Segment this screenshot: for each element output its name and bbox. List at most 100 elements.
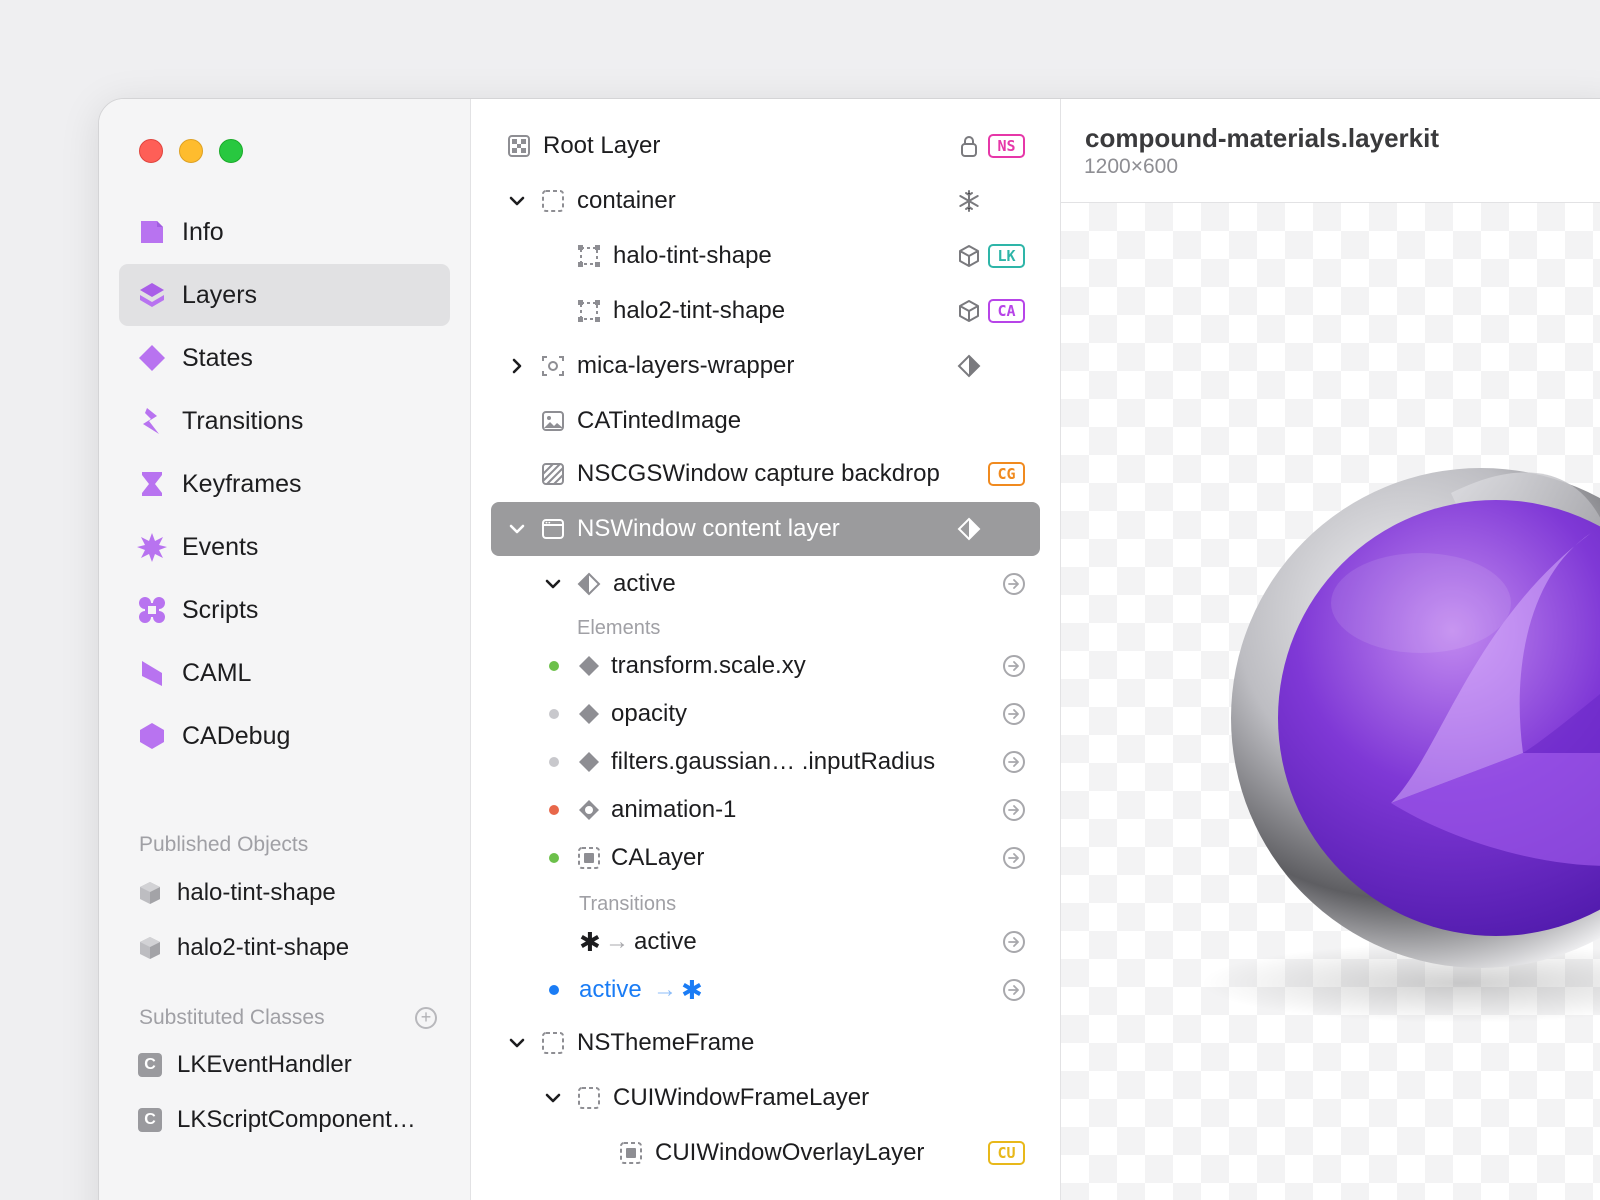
state-diamond-icon — [577, 572, 601, 596]
tree-row-cuiwindowframelayer[interactable]: CUIWindowFrameLayer — [491, 1071, 1040, 1125]
keyframes-icon — [137, 469, 167, 499]
state-diamond-icon[interactable] — [956, 353, 982, 379]
cube-icon[interactable] — [956, 298, 982, 324]
go-to-icon[interactable] — [1003, 931, 1025, 953]
tree-row-label: mica-layers-wrapper — [577, 352, 795, 379]
traffic-lights — [139, 139, 243, 163]
published-object-item[interactable]: halo2-tint-shape — [137, 934, 349, 962]
lock-icon[interactable] — [956, 133, 982, 159]
shape-icon — [577, 299, 601, 323]
published-objects-heading: Published Objects — [139, 833, 309, 856]
sidebar-item-keyframes[interactable]: Keyframes — [119, 453, 450, 515]
sidebar-item-label: Transitions — [182, 406, 304, 435]
status-dot — [549, 853, 559, 863]
sidebar: Info Layers States Transitions Keyframes… — [99, 99, 471, 1200]
go-to-icon[interactable] — [1003, 799, 1025, 821]
go-to-icon[interactable] — [1003, 573, 1025, 595]
published-object-label: halo2-tint-shape — [177, 934, 350, 961]
tree-row-mica-layers-wrapper[interactable]: mica-layers-wrapper — [491, 339, 1040, 393]
class-badge: NS — [988, 134, 1025, 158]
sidebar-item-scripts[interactable]: Scripts — [119, 579, 450, 641]
published-object-item[interactable]: halo-tint-shape — [137, 879, 336, 907]
layer-tree: Root Layer NS container halo-tint-shape … — [471, 99, 1061, 1200]
zoom-button[interactable] — [219, 139, 243, 163]
tree-row-element[interactable]: filters.gaussian… .inputRadius — [491, 737, 1040, 787]
chevron-down-icon[interactable] — [507, 1033, 527, 1053]
chevron-down-icon[interactable] — [543, 1088, 563, 1108]
tree-row-nswindow-content-layer[interactable]: NSWindow content layer — [491, 502, 1040, 556]
sidebar-item-label: CAML — [182, 658, 252, 687]
tree-row-transition[interactable]: active → ✱ — [491, 965, 1040, 1015]
tree-row-label: CUIWindowOverlayLayer — [655, 1139, 925, 1166]
tree-row-catintedimage[interactable]: CATintedImage — [491, 394, 1040, 448]
add-class-button[interactable]: + — [415, 1007, 437, 1029]
sphere-preview-image[interactable] — [1151, 423, 1600, 1043]
close-button[interactable] — [139, 139, 163, 163]
tree-row-element[interactable]: animation-1 — [491, 785, 1040, 835]
sidebar-item-transitions[interactable]: Transitions — [119, 390, 450, 452]
tree-row-root-layer[interactable]: Root Layer NS — [491, 119, 1040, 173]
status-dot — [549, 985, 559, 995]
chevron-right-icon[interactable] — [507, 356, 527, 376]
go-to-icon[interactable] — [1003, 847, 1025, 869]
image-icon — [541, 409, 565, 433]
chevron-down-icon[interactable] — [507, 519, 527, 539]
arrow-right-icon: → — [653, 976, 677, 1003]
cube-icon — [137, 880, 163, 906]
state-diamond-icon[interactable] — [956, 516, 982, 542]
tree-row-halo2-tint-shape[interactable]: halo2-tint-shape CA — [491, 284, 1040, 338]
tree-row-cuiwindowoverlaylayer[interactable]: CUIWindowOverlayLayer CU — [491, 1126, 1040, 1180]
tree-row-transition[interactable]: ✱ → active — [491, 917, 1040, 967]
go-to-icon[interactable] — [1003, 979, 1025, 1001]
go-to-icon[interactable] — [1003, 751, 1025, 773]
sidebar-item-info[interactable]: Info — [119, 201, 450, 263]
status-dot — [549, 709, 559, 719]
canvas-area[interactable] — [1061, 203, 1600, 1200]
tree-row-container[interactable]: container — [491, 174, 1040, 228]
published-object-label: halo-tint-shape — [177, 879, 336, 906]
tree-row-label: active — [613, 570, 676, 597]
sidebar-item-layers[interactable]: Layers — [119, 264, 450, 326]
tree-row-label: NSCGSWindow capture backdrop — [577, 460, 940, 487]
snowflake-icon[interactable] — [956, 188, 982, 214]
substituted-class-label: LKEventHandler — [177, 1051, 352, 1078]
shape-icon — [577, 244, 601, 268]
transitions-icon — [137, 406, 167, 436]
chevron-down-icon[interactable] — [507, 191, 527, 211]
sidebar-item-caml[interactable]: CAML — [119, 642, 450, 704]
cube-icon[interactable] — [956, 243, 982, 269]
class-badge: C — [138, 1053, 162, 1077]
hatched-icon — [541, 462, 565, 486]
chevron-down-icon[interactable] — [543, 574, 563, 594]
status-dot — [549, 805, 559, 815]
tree-row-element[interactable]: opacity — [491, 689, 1040, 739]
substituted-class-item[interactable]: C LKScriptComponent… — [137, 1106, 416, 1134]
any-state-icon: ✱ — [681, 974, 703, 1005]
tree-row-label: CALayer — [611, 844, 705, 871]
elements-heading: Elements — [577, 617, 661, 639]
sidebar-item-label: Events — [182, 532, 259, 561]
tree-row-nscgswindow-capture-backdrop[interactable]: NSCGSWindow capture backdrop CG — [491, 447, 1040, 501]
tree-row-label: transform.scale.xy — [611, 652, 806, 679]
substituted-class-item[interactable]: C LKEventHandler — [137, 1051, 352, 1079]
tree-row-element[interactable]: CALayer — [491, 833, 1040, 883]
tree-row-element[interactable]: transform.scale.xy — [491, 641, 1040, 691]
info-icon — [137, 217, 167, 247]
sidebar-item-cadebug[interactable]: CADebug — [119, 705, 450, 767]
cadebug-icon — [137, 721, 167, 751]
class-badge: C — [138, 1108, 162, 1132]
go-to-icon[interactable] — [1003, 703, 1025, 725]
status-dot — [549, 757, 559, 767]
tree-row-nsthemeframe[interactable]: NSThemeFrame — [491, 1016, 1040, 1070]
class-badge: LK — [988, 244, 1025, 268]
tree-row-state-active[interactable]: active — [491, 557, 1040, 611]
sidebar-item-states[interactable]: States — [119, 327, 450, 389]
class-badge: CA — [988, 299, 1025, 323]
focus-icon — [541, 354, 565, 378]
tree-row-label: opacity — [611, 700, 688, 727]
tree-row-halo-tint-shape[interactable]: halo-tint-shape LK — [491, 229, 1040, 283]
go-to-icon[interactable] — [1003, 655, 1025, 677]
any-state-icon: ✱ — [579, 926, 601, 957]
sidebar-item-events[interactable]: Events — [119, 516, 450, 578]
minimize-button[interactable] — [179, 139, 203, 163]
